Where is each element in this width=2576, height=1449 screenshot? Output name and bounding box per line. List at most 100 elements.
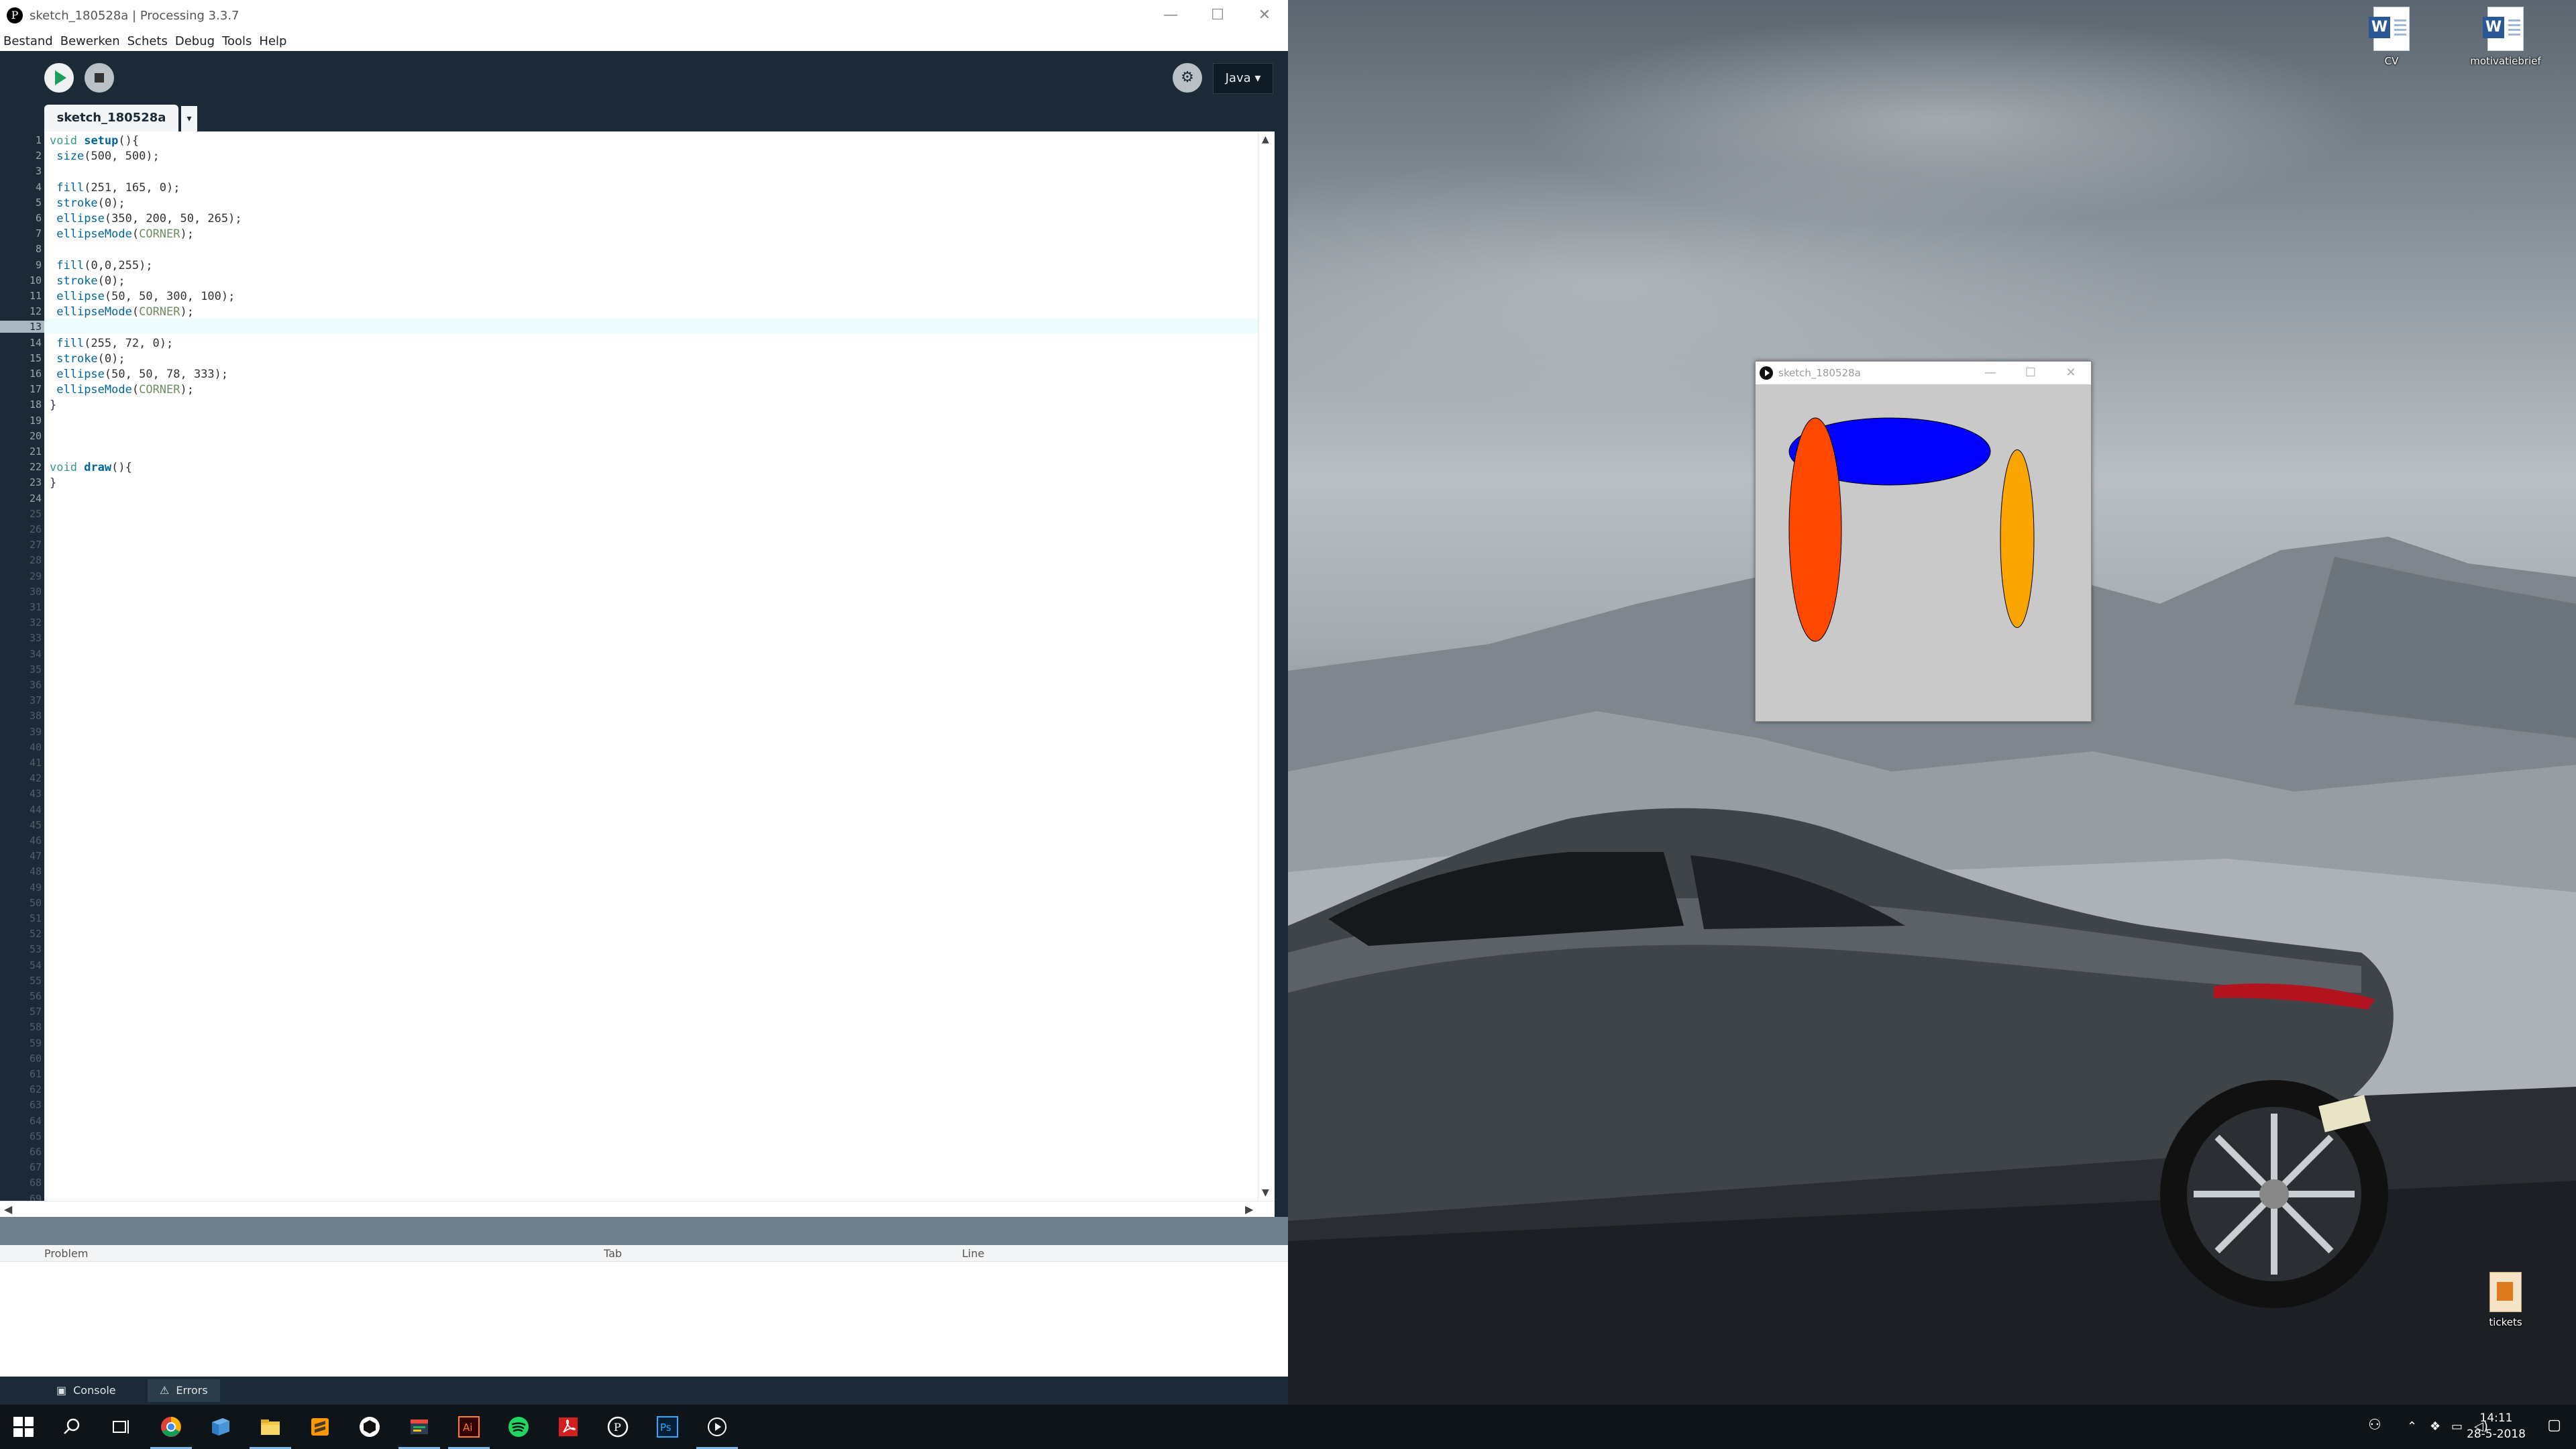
- line-number: 28: [29, 554, 42, 567]
- line-number: 67: [29, 1161, 42, 1174]
- search-button[interactable]: [47, 1405, 97, 1449]
- line-number: 38: [29, 710, 42, 722]
- file-explorer-button[interactable]: [246, 1405, 295, 1449]
- console-icon: ▣: [56, 1384, 67, 1397]
- scroll-up-arrow-icon[interactable]: ▲: [1262, 134, 1269, 145]
- sketch-maximize-button[interactable]: ☐: [2010, 362, 2051, 384]
- menu-bar: Bestand Bewerken Schets Debug Tools Help: [0, 31, 1288, 51]
- line-number: 53: [29, 943, 42, 956]
- code-line[interactable]: fill(255, 72, 0);: [50, 337, 173, 350]
- dropbox-icon[interactable]: ❖: [2430, 1419, 2440, 1434]
- network-icon[interactable]: ▭: [2451, 1419, 2463, 1434]
- menu-schets[interactable]: Schets: [127, 34, 168, 48]
- line-number: 27: [29, 539, 42, 551]
- clock-time: 14:11: [2479, 1411, 2513, 1425]
- menu-tools[interactable]: Tools: [222, 34, 252, 48]
- menu-help[interactable]: Help: [259, 34, 286, 48]
- line-number: 62: [29, 1083, 42, 1096]
- tab-sketch-180528a[interactable]: sketch_180528a: [44, 105, 178, 131]
- code-line[interactable]: stroke(0);: [50, 197, 125, 210]
- illustrator-button[interactable]: Ai: [444, 1405, 494, 1449]
- scroll-left-arrow-icon[interactable]: ◀: [4, 1203, 12, 1216]
- console-tab[interactable]: ▣ Console: [44, 1379, 128, 1402]
- line-number: 15: [29, 352, 42, 364]
- desktop-icon-tickets[interactable]: tickets: [2469, 1272, 2542, 1328]
- code-line[interactable]: ellipse(50, 50, 78, 333);: [50, 368, 228, 381]
- scroll-down-arrow-icon[interactable]: ▼: [1262, 1187, 1269, 1198]
- sketch-minimize-button[interactable]: —: [1970, 362, 2010, 384]
- code-line[interactable]: stroke(0);: [50, 274, 125, 288]
- code-line[interactable]: ellipseMode(CORNER);: [50, 383, 194, 396]
- code-editor[interactable]: 1 2 3 4 5 6 7 8 9 10 11 12 13 14 15 16 17 18 19 20 21 22 23 24 2…: [0, 131, 1275, 1220]
- clock-date: 28-5-2018: [2467, 1428, 2526, 1441]
- spotify-button[interactable]: [494, 1405, 543, 1449]
- column-tab[interactable]: Tab: [604, 1247, 622, 1260]
- code-line[interactable]: }: [50, 398, 56, 412]
- code-line[interactable]: stroke(0);: [50, 352, 125, 366]
- sketch-output-window[interactable]: sketch_180528a — ☐ ✕: [1755, 361, 2092, 722]
- code-line[interactable]: void draw(){: [50, 461, 132, 474]
- line-number: 60: [29, 1052, 42, 1065]
- code-line[interactable]: ellipseMode(CORNER);: [50, 227, 194, 241]
- code-line[interactable]: ellipse(350, 200, 50, 265);: [50, 212, 241, 225]
- app-button[interactable]: [394, 1405, 444, 1449]
- pinned-app-button[interactable]: [196, 1405, 246, 1449]
- line-number: 7: [35, 227, 42, 240]
- start-button[interactable]: [0, 1405, 47, 1449]
- scroll-right-arrow-icon[interactable]: ▶: [1245, 1203, 1253, 1216]
- sublime-text-button[interactable]: [295, 1405, 345, 1449]
- toolbar: ⚙ Java ▾: [0, 51, 1288, 105]
- menu-bewerken[interactable]: Bewerken: [60, 34, 120, 48]
- maximize-button[interactable]: ☐: [1194, 0, 1241, 31]
- tab-menu-button[interactable]: ▾: [181, 106, 197, 131]
- code-line[interactable]: fill(0,0,255);: [50, 259, 152, 272]
- line-number: 61: [29, 1068, 42, 1080]
- run-button[interactable]: [44, 63, 74, 93]
- code-line[interactable]: }: [50, 476, 56, 490]
- unity-button[interactable]: [345, 1405, 394, 1449]
- line-number: 12: [29, 305, 42, 318]
- line-number: 68: [29, 1177, 42, 1189]
- task-view-button[interactable]: [97, 1405, 146, 1449]
- errors-tab[interactable]: ⚠ Errors: [148, 1379, 220, 1402]
- photoshop-button[interactable]: Ps: [643, 1405, 692, 1449]
- code-line[interactable]: size(500, 500);: [50, 150, 160, 163]
- line-number: 8: [35, 243, 42, 256]
- sketch-close-button[interactable]: ✕: [2051, 362, 2091, 384]
- system-clock[interactable]: 14:11 28-5-2018: [2466, 1410, 2526, 1442]
- menu-debug[interactable]: Debug: [175, 34, 215, 48]
- taskbar: Ai P Ps ⚇ ⌃ ❖ ▭ ◁) 14:11 28-5-2018 ▢: [0, 1405, 2576, 1449]
- ide-titlebar[interactable]: P sketch_180528a | Processing 3.3.7 — ☐ …: [0, 0, 1288, 32]
- sketch-canvas[interactable]: [1756, 384, 2091, 720]
- line-number: 33: [29, 632, 42, 645]
- sketch-ellipse: [1788, 417, 1842, 642]
- code-line[interactable]: fill(251, 165, 0);: [50, 181, 180, 195]
- desktop-icon-cv[interactable]: W CV: [2355, 7, 2428, 67]
- stop-button[interactable]: [85, 63, 114, 93]
- sketch-titlebar[interactable]: sketch_180528a — ☐ ✕: [1756, 362, 2091, 384]
- editor-vertical-scrollbar[interactable]: ▲ ▼: [1258, 131, 1275, 1201]
- mode-selector[interactable]: Java ▾: [1213, 63, 1273, 94]
- column-problem[interactable]: Problem: [44, 1247, 88, 1260]
- warning-icon: ⚠: [160, 1384, 170, 1397]
- code-line[interactable]: ellipse(50, 50, 300, 100);: [50, 290, 235, 303]
- show-hidden-icons-chevron-icon[interactable]: ⌃: [2407, 1419, 2417, 1434]
- line-number: 59: [29, 1036, 42, 1049]
- notifications-icon[interactable]: ▢: [2547, 1417, 2561, 1434]
- debugger-button[interactable]: ⚙: [1173, 63, 1202, 93]
- desktop-icon-label: tickets: [2489, 1316, 2522, 1328]
- editor-horizontal-scrollbar[interactable]: ◀ ▶: [0, 1201, 1275, 1218]
- people-icon[interactable]: ⚇: [2368, 1417, 2381, 1434]
- processing-app-icon: P: [7, 7, 23, 23]
- menu-bestand[interactable]: Bestand: [3, 34, 53, 48]
- code-line[interactable]: ellipseMode(CORNER);: [50, 305, 194, 319]
- code-line[interactable]: void setup(){: [50, 134, 139, 148]
- acrobat-button[interactable]: [543, 1405, 593, 1449]
- close-button[interactable]: ✕: [1241, 0, 1288, 31]
- chrome-taskbar-button[interactable]: [146, 1405, 196, 1449]
- sketch-window-button[interactable]: [692, 1405, 742, 1449]
- column-line[interactable]: Line: [962, 1247, 984, 1260]
- minimize-button[interactable]: —: [1147, 0, 1194, 31]
- processing-button[interactable]: P: [593, 1405, 643, 1449]
- desktop-icon-motivatiebrief[interactable]: W motivatiebrief: [2469, 7, 2542, 67]
